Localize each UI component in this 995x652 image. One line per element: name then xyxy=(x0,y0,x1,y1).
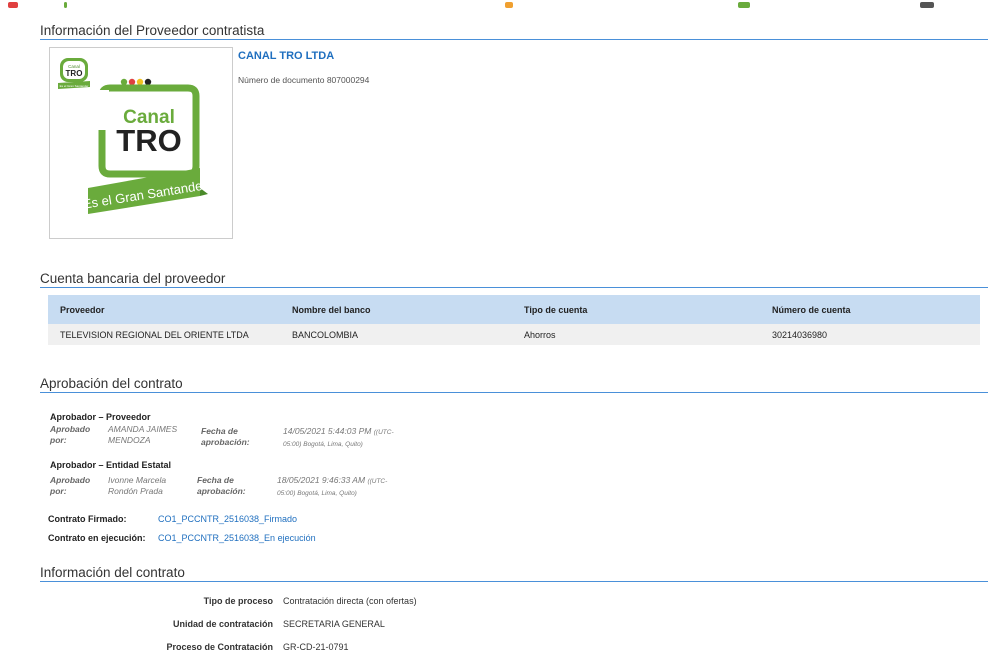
svg-text:TRO: TRO xyxy=(66,69,83,78)
contract-section-title: Información del contrato xyxy=(40,565,185,580)
execution-contract-label: Contrato en ejecución: xyxy=(48,533,146,543)
bank-section-title: Cuenta bancaria del proveedor xyxy=(40,271,226,286)
top-cropped-strip xyxy=(0,0,995,12)
approval-date-value: 18/05/2021 9:46:33 AM ((UTC- 05:00) Bogo… xyxy=(277,475,388,497)
approver-entity-heading: Aprobador – Entidad Estatal xyxy=(50,460,172,470)
approved-by-label: Aprobado por: xyxy=(50,424,91,445)
document-number: Número de documento 807000294 xyxy=(238,75,370,85)
cell-numero-cuenta: 30214036980 xyxy=(760,324,980,345)
field-value-proceso: GR-CD-21-0791 xyxy=(283,642,349,652)
col-numero-cuenta: Número de cuenta xyxy=(760,295,980,324)
approval-section-title: Aprobación del contrato xyxy=(40,376,183,391)
signed-contract-label: Contrato Firmado: xyxy=(48,514,127,524)
cell-tipo-cuenta: Ahorros xyxy=(512,324,760,345)
execution-contract-link[interactable]: CO1_PCCNTR_2516038_En ejecución xyxy=(158,533,316,543)
approval-date-value: 14/05/2021 5:44:03 PM ((UTC- 05:00) Bogo… xyxy=(283,426,394,448)
field-value-tipo-proceso: Contratación directa (con ofertas) xyxy=(283,596,417,606)
section-divider xyxy=(40,39,988,40)
svg-text:TRO: TRO xyxy=(116,123,181,158)
field-value-unidad: SECRETARIA GENERAL xyxy=(283,619,385,629)
bank-accounts-table: Proveedor Nombre del banco Tipo de cuent… xyxy=(48,295,980,345)
provider-name: CANAL TRO LTDA xyxy=(238,50,335,62)
col-tipo-cuenta: Tipo de cuenta xyxy=(512,295,760,324)
section-divider xyxy=(40,581,988,582)
approved-by-label: Aprobado por: xyxy=(50,475,91,496)
signed-contract-link[interactable]: CO1_PCCNTR_2516038_Firmado xyxy=(158,514,297,524)
section-divider xyxy=(40,392,988,393)
cell-proveedor: TELEVISION REGIONAL DEL ORIENTE LTDA xyxy=(48,324,280,345)
section-divider xyxy=(40,287,988,288)
table-row: TELEVISION REGIONAL DEL ORIENTE LTDA BAN… xyxy=(48,324,980,345)
field-label-unidad: Unidad de contratación xyxy=(172,619,273,629)
approval-date-label: Fecha de aprobación: xyxy=(201,426,250,447)
field-label-proceso: Proceso de Contratación xyxy=(166,642,273,652)
provider-section-title: Información del Proveedor contratista xyxy=(40,23,265,38)
approval-date-label: Fecha de aprobación: xyxy=(197,475,246,496)
canal-tro-logo: Canal TRO Es el Gran Santander Canal TRO… xyxy=(58,58,208,214)
approver-provider-heading: Aprobador – Proveedor xyxy=(50,412,151,422)
approver-provider-name: AMANDA JAIMES MENDOZA xyxy=(108,424,178,445)
col-banco: Nombre del banco xyxy=(280,295,512,324)
table-header-row: Proveedor Nombre del banco Tipo de cuent… xyxy=(48,295,980,324)
svg-text:Es el Gran Santander: Es el Gran Santander xyxy=(60,84,89,88)
cell-banco: BANCOLOMBIA xyxy=(280,324,512,345)
approver-entity-name: Ivonne Marcela Rondón Prada xyxy=(108,475,167,496)
field-label-tipo-proceso: Tipo de proceso xyxy=(203,596,273,606)
small-badge-icon: Canal TRO Es el Gran Santander xyxy=(58,58,90,89)
provider-logo: Canal TRO Es el Gran Santander Canal TRO… xyxy=(49,47,233,239)
col-proveedor: Proveedor xyxy=(48,295,280,324)
